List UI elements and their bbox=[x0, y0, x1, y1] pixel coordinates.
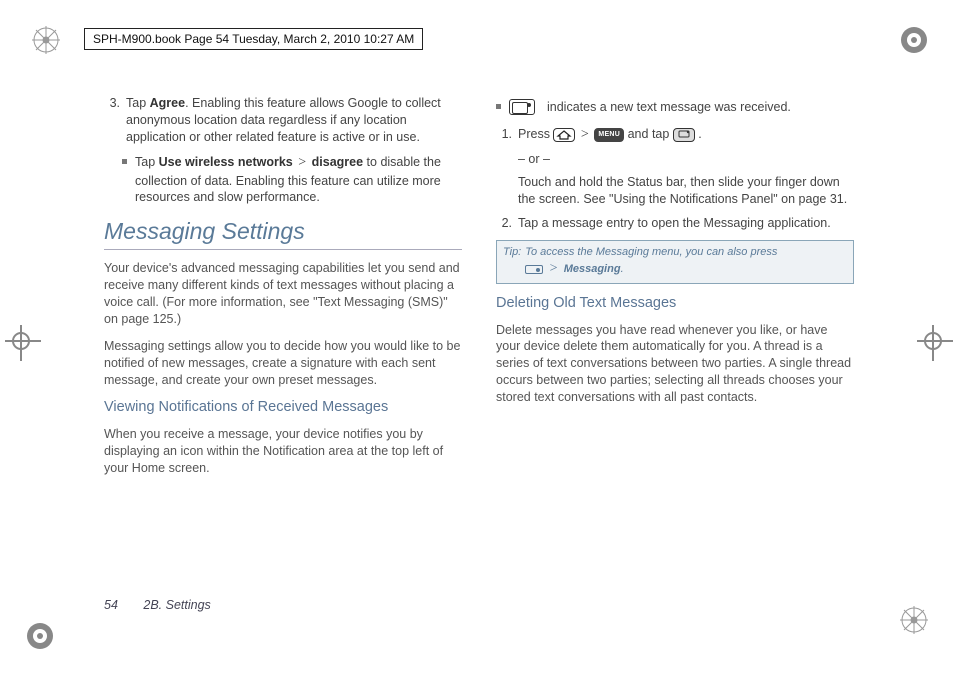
subheading-deleting: Deleting Old Text Messages bbox=[496, 294, 854, 314]
text: . bbox=[621, 263, 624, 275]
step-2: 2. Tap a message entry to open the Messa… bbox=[496, 215, 854, 232]
step-number: 3. bbox=[104, 95, 120, 146]
section-rule bbox=[104, 249, 462, 250]
left-column: 3. Tap Agree. Enabling this feature allo… bbox=[104, 95, 462, 487]
bullet-body: Tap Use wireless networks > disagree to … bbox=[135, 154, 462, 207]
use-wireless-label: Use wireless networks bbox=[159, 155, 293, 169]
right-column: indicates a new text message was receive… bbox=[496, 95, 854, 487]
sub-bullet: Tap Use wireless networks > disagree to … bbox=[122, 154, 462, 207]
corner-ornament-br bbox=[896, 602, 932, 638]
page-header-box: SPH-M900.book Page 54 Tuesday, March 2, … bbox=[84, 28, 423, 50]
status-bar-icon bbox=[525, 265, 543, 274]
step-1: 1. Press > MENU and tap . – or – Touch a… bbox=[496, 126, 854, 208]
registration-mark-right bbox=[924, 332, 942, 350]
text: and tap bbox=[628, 127, 673, 141]
chevron-text: > bbox=[579, 127, 591, 142]
new-message-icon bbox=[509, 99, 535, 115]
paragraph: Delete messages you have read whenever y… bbox=[496, 322, 854, 406]
tip-body: To access the Messaging menu, you can al… bbox=[525, 245, 777, 279]
step-body: Press > MENU and tap . – or – Touch and … bbox=[518, 126, 854, 208]
text: Press bbox=[518, 127, 553, 141]
paragraph: When you receive a message, your device … bbox=[104, 426, 462, 477]
disagree-label: disagree bbox=[312, 155, 363, 169]
text: Tap bbox=[126, 96, 150, 110]
icon-bullet: indicates a new text message was receive… bbox=[496, 99, 854, 116]
square-bullet-icon bbox=[496, 104, 501, 109]
or-text: – or – bbox=[518, 151, 854, 168]
step-body: Tap a message entry to open the Messagin… bbox=[518, 215, 854, 232]
bullet-body: indicates a new text message was receive… bbox=[547, 99, 791, 116]
section-heading-messaging: Messaging Settings bbox=[104, 216, 462, 247]
content-columns: 3. Tap Agree. Enabling this feature allo… bbox=[104, 95, 854, 487]
chapter-label: 2B. Settings bbox=[143, 598, 210, 612]
square-bullet-icon bbox=[122, 159, 127, 164]
page-footer: 54 2B. Settings bbox=[104, 598, 211, 612]
tip-box: Tip: To access the Messaging menu, you c… bbox=[496, 240, 854, 284]
paragraph: Messaging settings allow you to decide h… bbox=[104, 338, 462, 389]
home-key-icon bbox=[553, 128, 575, 142]
registration-mark-left bbox=[12, 332, 30, 350]
tip-label: Tip: bbox=[503, 245, 521, 279]
step-number: 2. bbox=[496, 215, 512, 232]
menu-key-icon: MENU bbox=[594, 128, 624, 142]
step-body: Tap Agree. Enabling this feature allows … bbox=[126, 95, 462, 146]
text: Touch and hold the Status bar, then slid… bbox=[518, 174, 854, 208]
corner-ornament-tr bbox=[896, 22, 932, 58]
messaging-app-icon bbox=[673, 128, 695, 142]
corner-ornament-bl bbox=[22, 618, 58, 654]
messaging-label: Messaging bbox=[564, 263, 621, 275]
chevron-text: > bbox=[293, 155, 312, 170]
text: Tap bbox=[135, 155, 159, 169]
corner-ornament-tl bbox=[28, 22, 64, 58]
subheading-viewing: Viewing Notifications of Received Messag… bbox=[104, 398, 462, 418]
paragraph: Your device's advanced messaging capabil… bbox=[104, 260, 462, 328]
agree-label: Agree bbox=[150, 96, 185, 110]
page-number: 54 bbox=[104, 598, 118, 612]
text: . bbox=[698, 127, 701, 141]
step-number: 1. bbox=[496, 126, 512, 208]
step-3: 3. Tap Agree. Enabling this feature allo… bbox=[104, 95, 462, 146]
chevron-text: > bbox=[543, 261, 563, 276]
text: To access the Messaging menu, you can al… bbox=[525, 246, 777, 258]
